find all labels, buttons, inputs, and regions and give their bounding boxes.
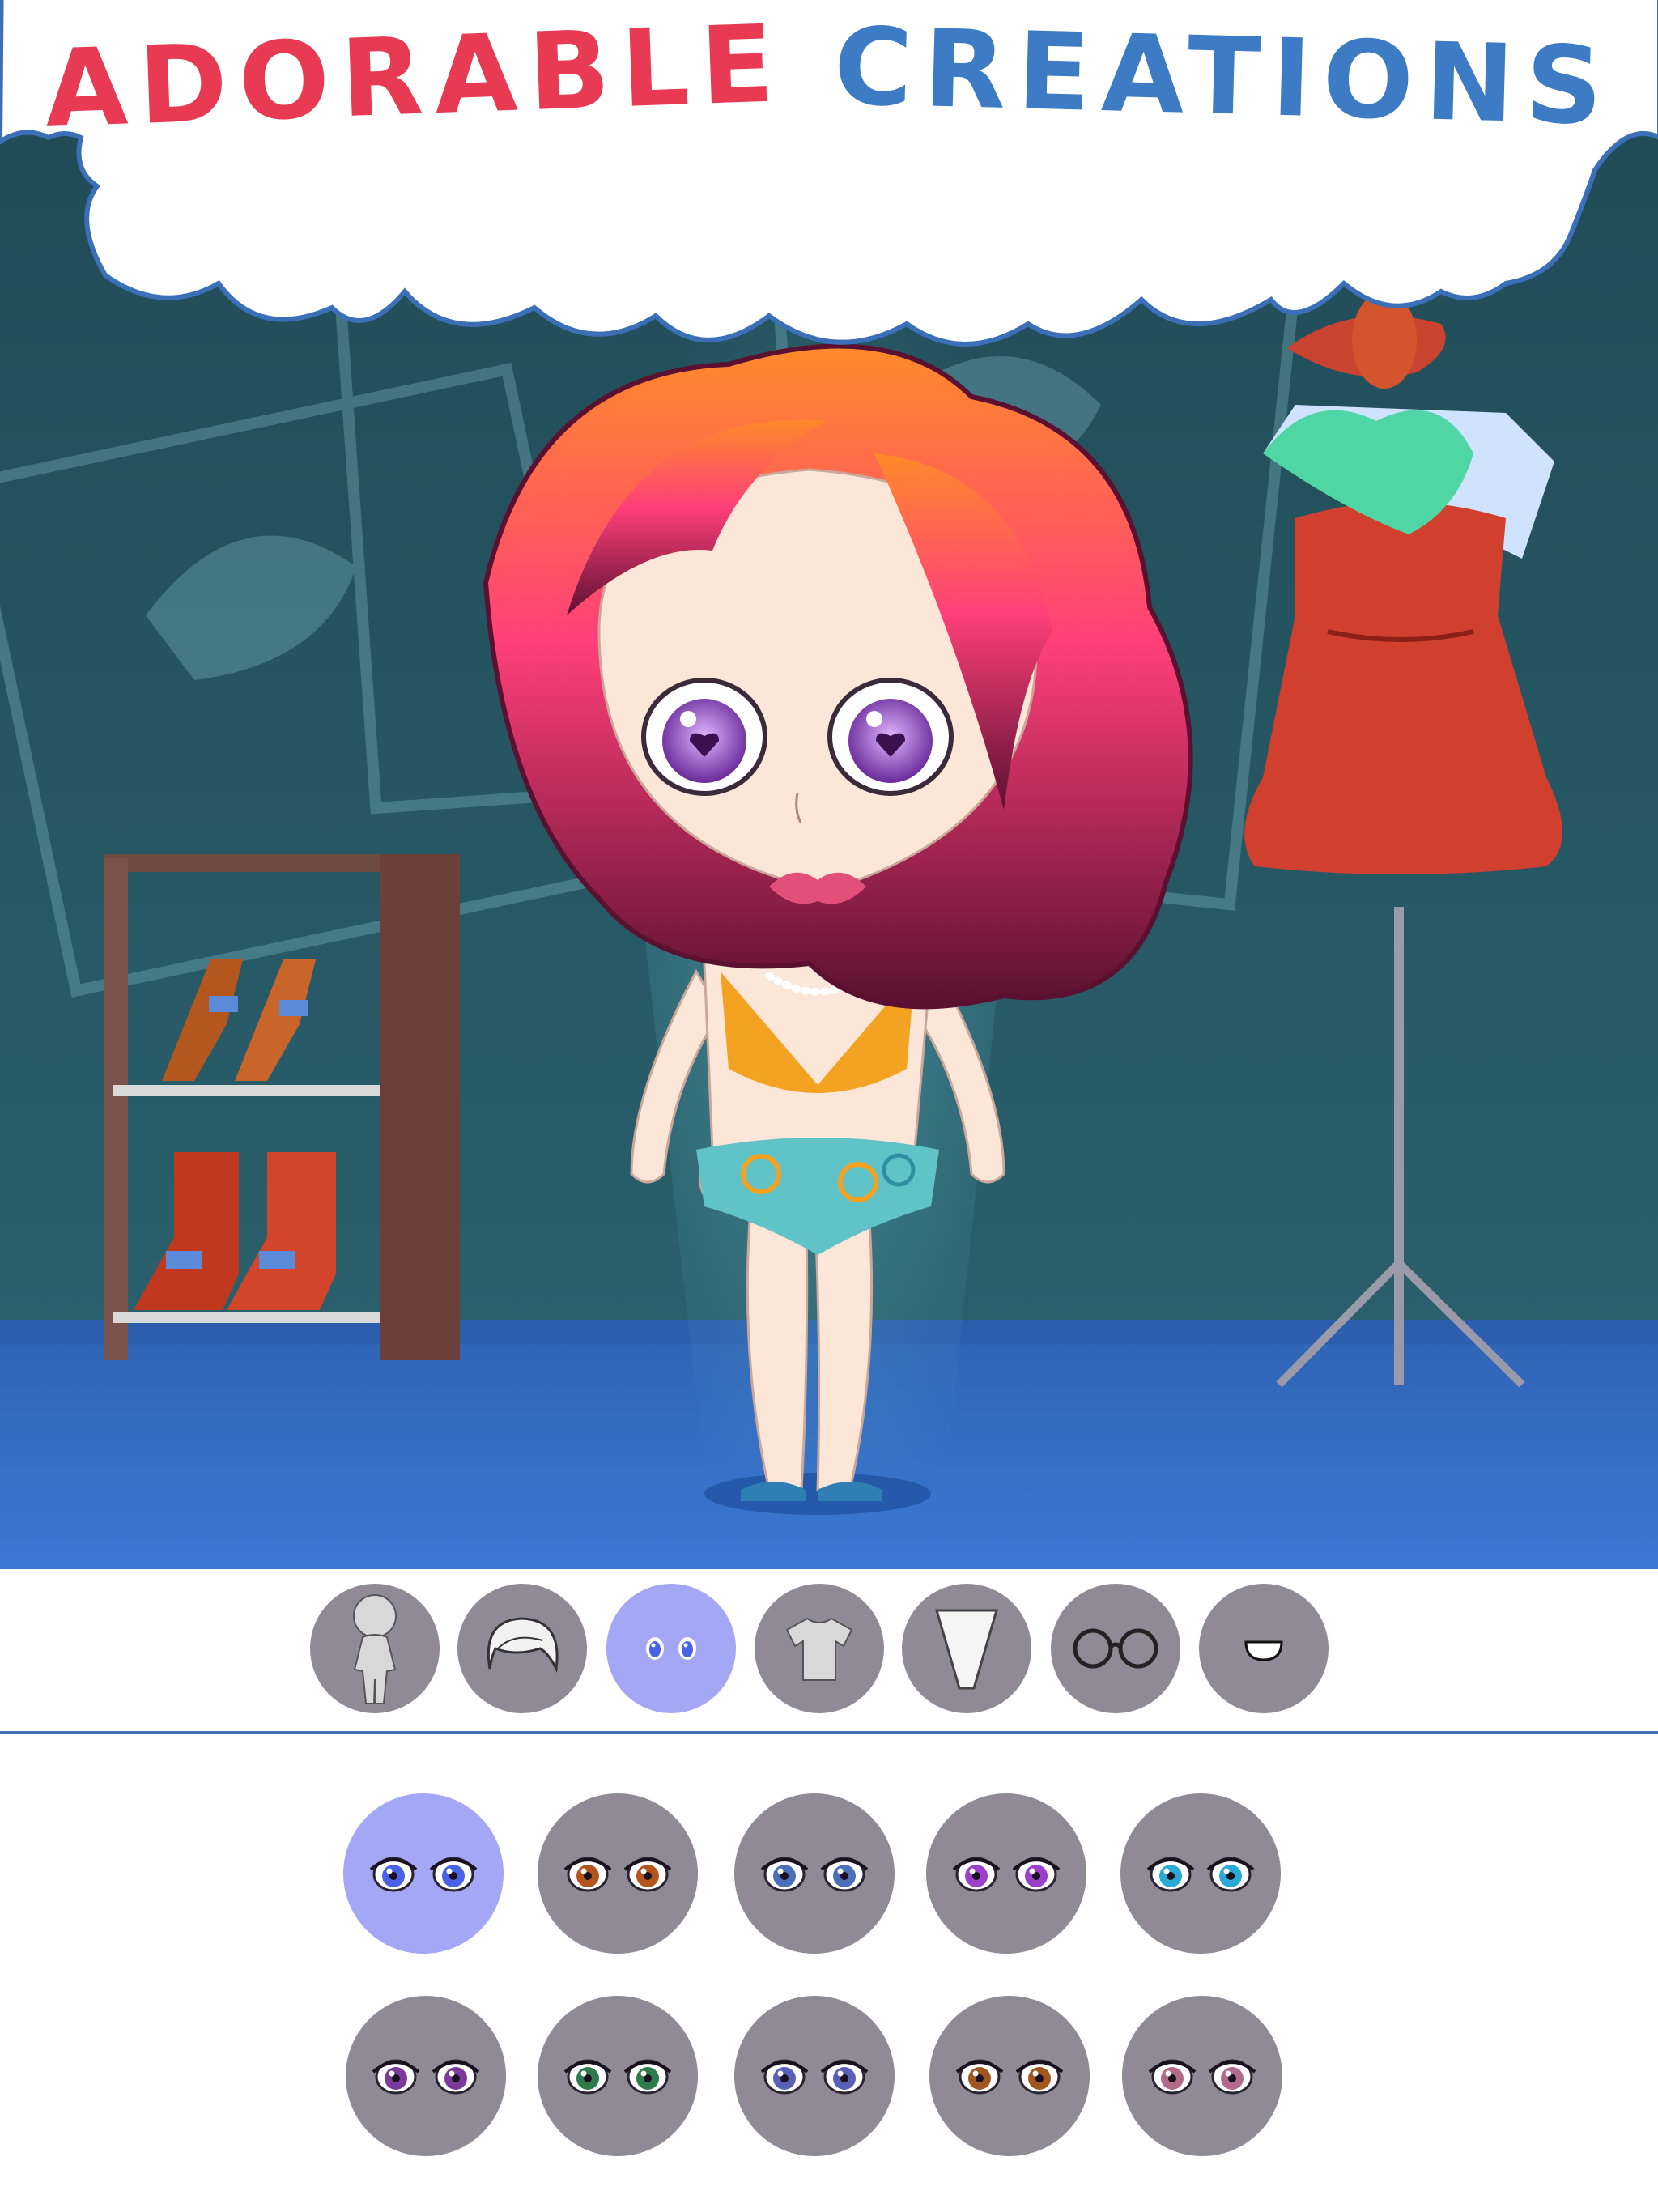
- category-eyes-button[interactable]: [606, 1584, 736, 1713]
- eye-option-6[interactable]: [346, 1996, 506, 2156]
- eye-option-5[interactable]: [1120, 1793, 1281, 1954]
- eye-option-3[interactable]: [734, 1793, 895, 1954]
- dressing-room-scene: [0, 0, 1658, 1569]
- eye-option-10[interactable]: [1122, 1996, 1282, 2156]
- eye-option-9[interactable]: [929, 1996, 1090, 2156]
- eye-option-7[interactable]: [538, 1996, 698, 2156]
- category-glasses-button[interactable]: [1051, 1584, 1180, 1713]
- glasses-icon: [1073, 1628, 1158, 1669]
- category-hair-button[interactable]: [457, 1584, 587, 1713]
- category-mouth-button[interactable]: [1199, 1584, 1329, 1713]
- category-top-button[interactable]: [755, 1584, 884, 1713]
- eye-pair-icon: [760, 2059, 869, 2095]
- eye-pair-icon: [1148, 2059, 1256, 2095]
- eye-pair-icon: [952, 1857, 1061, 1892]
- title-word-creations: CREATIONS: [831, 4, 1615, 150]
- category-body-button[interactable]: [310, 1584, 440, 1713]
- title-word-adorable: ADORABLE: [42, 2, 787, 152]
- eye-option-1[interactable]: [343, 1793, 504, 1954]
- game-title: ADORABLE CREATIONS: [0, 2, 1658, 152]
- eye-option-4[interactable]: [926, 1793, 1086, 1954]
- skirt-icon: [935, 1609, 998, 1690]
- mouth-icon: [1244, 1640, 1283, 1661]
- eyes-icon: [646, 1637, 696, 1660]
- eye-option-8[interactable]: [734, 1996, 895, 2156]
- eye-option-2[interactable]: [538, 1793, 698, 1954]
- category-bottom-button[interactable]: [902, 1584, 1031, 1713]
- panel-divider: [0, 1731, 1658, 1734]
- eye-pair-icon: [369, 1857, 478, 1892]
- eye-pair-icon: [760, 1857, 869, 1892]
- eye-pair-icon: [955, 2059, 1064, 2095]
- eye-pair-icon: [1146, 1857, 1255, 1892]
- eye-pair-icon: [372, 2059, 480, 2095]
- body-silhouette-icon: [353, 1594, 397, 1704]
- eye-pair-icon: [563, 1857, 672, 1892]
- hair-icon: [487, 1617, 559, 1674]
- shirt-icon: [785, 1617, 853, 1681]
- eye-pair-icon: [563, 2059, 672, 2095]
